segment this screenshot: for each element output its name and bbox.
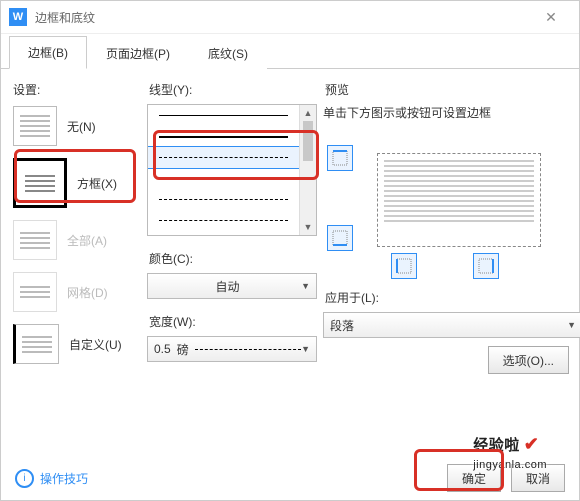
settings-column: 设置: 无(N) 方框(X) — [11, 79, 141, 452]
line-solid[interactable] — [148, 105, 299, 126]
setting-box[interactable]: 方框(X) — [13, 158, 139, 208]
line-long-dash[interactable] — [148, 210, 299, 231]
middle-column: 线型(Y): ▲ ▼ 颜色(C): 自动 — [147, 79, 317, 452]
scroll-up-icon[interactable]: ▲ — [300, 105, 316, 121]
cancel-button[interactable]: 取消 — [511, 464, 565, 492]
width-unit: 磅 — [177, 341, 189, 358]
preview-label: 预览 — [325, 81, 569, 98]
close-icon[interactable]: ✕ — [531, 9, 571, 26]
setting-box-icon — [13, 158, 67, 208]
window-title: 边框和底纹 — [35, 9, 531, 26]
chevron-down-icon: ▼ — [301, 344, 310, 354]
setting-all-icon — [13, 220, 57, 260]
color-select[interactable]: 自动 ▼ — [147, 273, 317, 299]
tab-page-border[interactable]: 页面边框(P) — [87, 37, 189, 69]
tab-shading[interactable]: 底纹(S) — [189, 37, 267, 69]
setting-all-label: 全部(A) — [67, 232, 107, 249]
preview-hint: 单击下方图示或按钮可设置边框 — [323, 104, 569, 121]
setting-all[interactable]: 全部(A) — [13, 220, 139, 260]
preview-bottom-border-button[interactable] — [327, 225, 353, 251]
line-type-label: 线型(Y): — [149, 81, 317, 98]
tab-border[interactable]: 边框(B) — [9, 36, 87, 69]
apply-to-select[interactable]: 段落 ▼ — [323, 312, 580, 338]
help-link[interactable]: i 操作技巧 — [15, 469, 88, 488]
apply-to-label: 应用于(L): — [325, 289, 569, 306]
setting-custom-icon — [13, 324, 59, 364]
ok-button[interactable]: 确定 — [447, 464, 501, 492]
dialog-body: 设置: 无(N) 方框(X) — [1, 69, 579, 456]
tab-bar: 边框(B) 页面边框(P) 底纹(S) — [1, 34, 579, 69]
scroll-thumb[interactable] — [303, 121, 313, 161]
width-label: 宽度(W): — [149, 313, 317, 330]
preview-paragraph[interactable] — [377, 153, 541, 247]
setting-grid-icon — [13, 272, 57, 312]
dialog-window: W 边框和底纹 ✕ 边框(B) 页面边框(P) 底纹(S) 设置: 无(N) — [0, 0, 580, 501]
app-icon: W — [9, 8, 27, 26]
right-column: 预览 单击下方图示或按钮可设置边框 应用于(L): — [323, 79, 569, 452]
setting-none-icon — [13, 106, 57, 146]
info-icon: i — [15, 469, 34, 488]
chevron-down-icon: ▼ — [567, 320, 576, 330]
width-preview-line — [195, 349, 301, 350]
preview-left-border-button[interactable] — [391, 253, 417, 279]
setting-grid[interactable]: 网格(D) — [13, 272, 139, 312]
title-bar: W 边框和底纹 ✕ — [1, 1, 579, 34]
line-type-options — [148, 105, 299, 235]
width-value: 0.5 — [154, 342, 171, 356]
options-button[interactable]: 选项(O)... — [488, 346, 569, 374]
line-type-list: ▲ ▼ — [147, 104, 317, 236]
line-fine-dash[interactable] — [148, 147, 299, 168]
preview-top-border-button[interactable] — [327, 145, 353, 171]
settings-list: 无(N) 方框(X) 全部(A) — [11, 104, 141, 366]
width-select[interactable]: 0.5 磅 ▼ — [147, 336, 317, 362]
color-value: 自动 — [154, 278, 301, 295]
line-type-scrollbar[interactable]: ▲ ▼ — [299, 105, 316, 235]
setting-custom[interactable]: 自定义(U) — [13, 324, 139, 364]
preview-area — [323, 131, 569, 271]
chevron-down-icon: ▼ — [301, 281, 310, 291]
help-link-label: 操作技巧 — [40, 470, 88, 487]
line-thick[interactable] — [148, 126, 299, 147]
color-label: 颜色(C): — [149, 250, 317, 267]
apply-to-value: 段落 — [330, 317, 354, 334]
line-dotted[interactable] — [148, 168, 299, 189]
scroll-down-icon[interactable]: ▼ — [300, 219, 316, 235]
setting-none[interactable]: 无(N) — [13, 106, 139, 146]
settings-label: 设置: — [13, 81, 141, 98]
setting-grid-label: 网格(D) — [67, 284, 108, 301]
preview-right-border-button[interactable] — [473, 253, 499, 279]
dialog-footer: i 操作技巧 确定 取消 — [1, 456, 579, 500]
line-dash[interactable] — [148, 189, 299, 210]
setting-box-label: 方框(X) — [77, 175, 117, 192]
setting-custom-label: 自定义(U) — [69, 336, 122, 353]
setting-none-label: 无(N) — [67, 118, 96, 135]
